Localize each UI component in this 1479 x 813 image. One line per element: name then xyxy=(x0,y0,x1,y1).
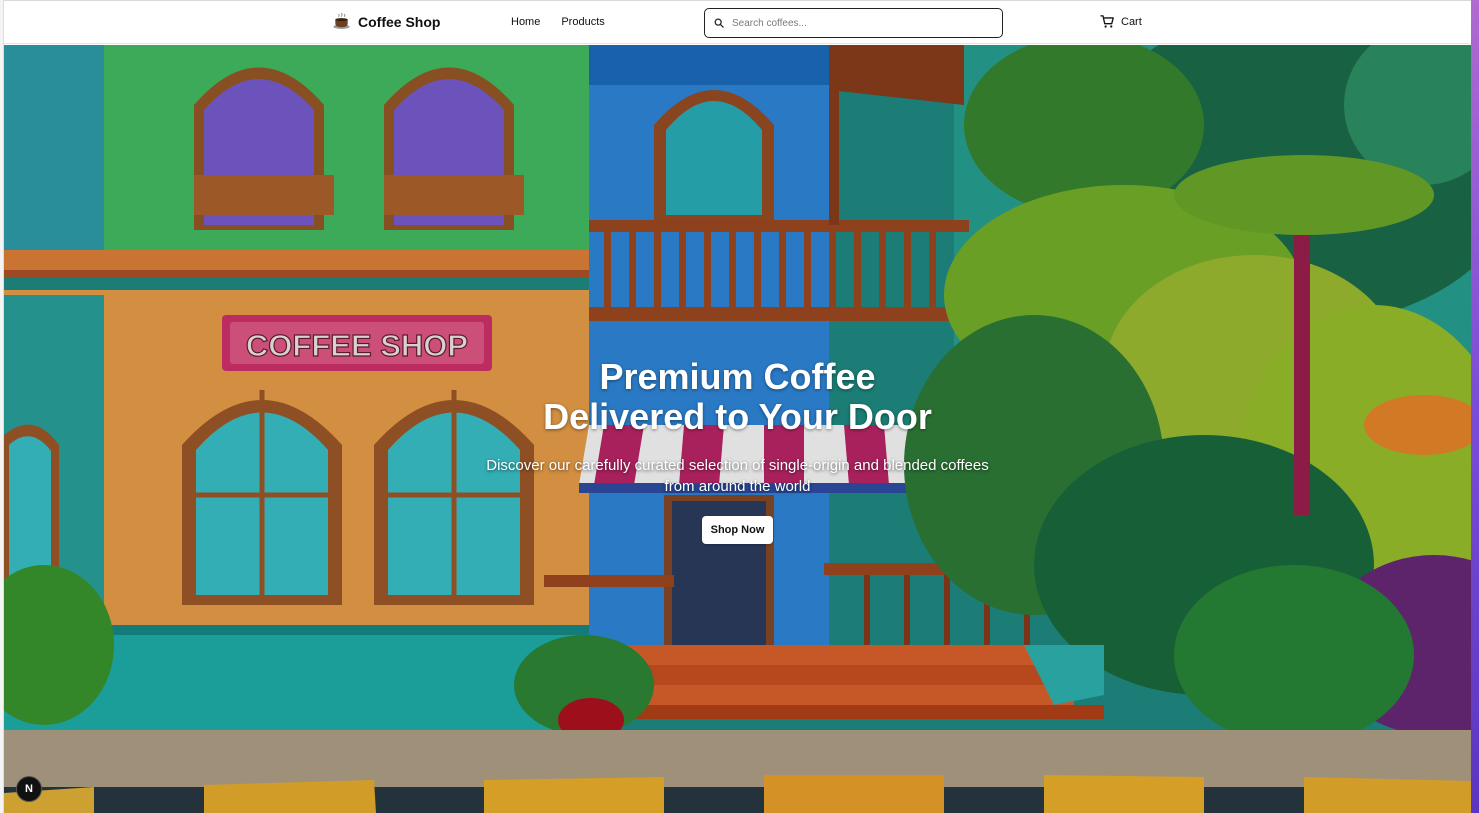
main-nav: Home Products xyxy=(511,16,605,28)
search-input[interactable] xyxy=(732,17,982,29)
hero-title-line-1: Premium Coffee xyxy=(599,356,876,397)
nav-link-home[interactable]: Home xyxy=(511,16,540,28)
window-edge-right xyxy=(1471,0,1479,813)
cart-button[interactable]: Cart xyxy=(1100,14,1142,29)
hero-title-line-2: Delivered to Your Door xyxy=(543,396,932,437)
coffee-cup-icon xyxy=(333,12,350,29)
search-icon xyxy=(714,18,724,28)
hero-content: Premium Coffee Delivered to Your Door Di… xyxy=(4,357,1471,544)
shop-now-button[interactable]: Shop Now xyxy=(701,516,774,544)
hero-subtitle: Discover our carefully curated selection… xyxy=(486,457,989,495)
browser-viewport: Coffee Shop Home Products Cart xyxy=(0,0,1479,813)
shopping-cart-icon xyxy=(1100,15,1114,28)
hero-banner: COFFEE SHOP Premium Coffee Delivered to … xyxy=(4,45,1471,813)
brand-name: Coffee Shop xyxy=(358,13,441,30)
cart-label: Cart xyxy=(1121,15,1142,28)
dev-tools-badge[interactable]: N xyxy=(16,776,42,802)
top-navbar: Coffee Shop Home Products Cart xyxy=(4,0,1471,44)
hero-title: Premium Coffee Delivered to Your Door xyxy=(4,357,1471,437)
brand-logo[interactable]: Coffee Shop xyxy=(332,12,440,31)
nav-link-products[interactable]: Products xyxy=(561,16,604,28)
search-box[interactable] xyxy=(704,8,1003,38)
